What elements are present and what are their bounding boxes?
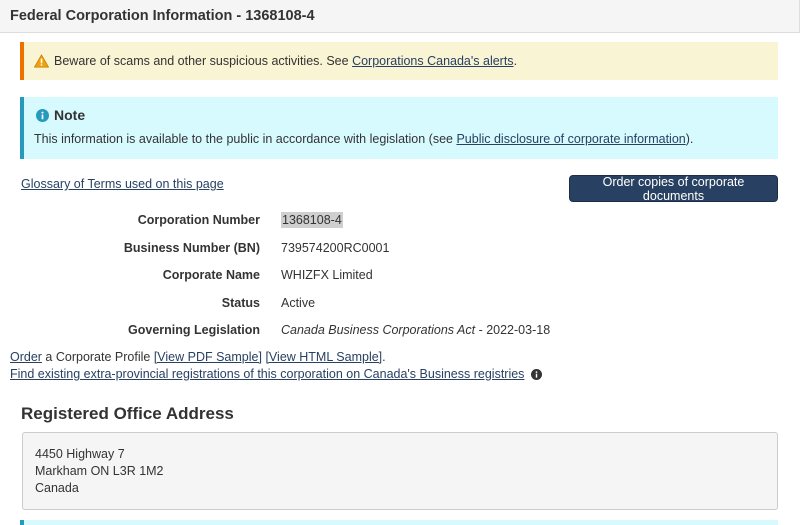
corporation-number-value: 1368108-4 bbox=[281, 212, 343, 228]
detail-label: Corporate Name bbox=[162, 268, 260, 282]
find-extra-provincial-link[interactable]: Find existing extra-provincial registrat… bbox=[10, 367, 524, 381]
warning-triangle-icon bbox=[34, 54, 49, 68]
corporate-profile-line: Order a Corporate Profile [View PDF Samp… bbox=[10, 350, 386, 364]
status-value: Active bbox=[281, 296, 316, 310]
glossary-link[interactable]: Glossary of Terms used on this page bbox=[21, 177, 224, 191]
info-circle-icon bbox=[36, 109, 49, 122]
address-line: Canada bbox=[35, 481, 79, 495]
corporations-canada-alerts-link[interactable]: Corporations Canada's alerts bbox=[352, 54, 514, 68]
detail-row-status: Status Active bbox=[0, 293, 800, 313]
detail-row-governing-legislation: Governing Legislation Canada Business Co… bbox=[0, 321, 800, 341]
detail-row-business-number: Business Number (BN) 739574200RC0001 bbox=[0, 238, 800, 258]
view-pdf-sample-link[interactable]: [View PDF Sample] bbox=[154, 350, 262, 364]
note-text: This information is available to the pub… bbox=[34, 132, 694, 146]
address-line: 4450 Highway 7 bbox=[35, 447, 125, 461]
detail-label: Corporation Number bbox=[137, 213, 260, 227]
registered-office-address: 4450 Highway 7 Markham ON L3R 1M2 Canada bbox=[22, 432, 778, 510]
detail-label: Status bbox=[221, 296, 260, 310]
next-section-panel bbox=[20, 520, 778, 525]
scam-warning-alert: Beware of scams and other suspicious act… bbox=[20, 42, 778, 80]
business-number-value: 739574200RC0001 bbox=[281, 241, 390, 255]
order-copies-button[interactable]: Order copies of corporate documents bbox=[569, 175, 778, 203]
order-profile-link[interactable]: Order bbox=[10, 350, 42, 364]
address-line: Markham ON L3R 1M2 bbox=[35, 464, 164, 478]
registered-office-title: Registered Office Address bbox=[21, 404, 234, 423]
detail-label: Governing Legislation bbox=[128, 323, 260, 337]
note-alert: Note This information is available to th… bbox=[20, 97, 778, 159]
extra-provincial-line: Find existing extra-provincial registrat… bbox=[10, 367, 543, 381]
public-disclosure-link[interactable]: Public disclosure of corporate informati… bbox=[456, 132, 685, 146]
view-html-sample-link[interactable]: [View HTML Sample] bbox=[265, 350, 382, 364]
detail-row-corporation-number: Corporation Number 1368108-4 bbox=[0, 210, 800, 230]
corporate-name-value: WHIZFX Limited bbox=[281, 268, 373, 282]
page-header: Federal Corporation Information - 136810… bbox=[0, 0, 800, 33]
warning-text: Beware of scams and other suspicious act… bbox=[54, 54, 518, 68]
detail-row-corporate-name: Corporate Name WHIZFX Limited bbox=[0, 266, 800, 286]
governing-legislation-value: Canada Business Corporations Act - 2022-… bbox=[281, 323, 551, 337]
note-title: Note bbox=[54, 107, 86, 123]
detail-label: Business Number (BN) bbox=[123, 241, 260, 255]
info-circle-icon[interactable] bbox=[531, 368, 543, 380]
page-title: Federal Corporation Information - 136810… bbox=[10, 8, 315, 24]
